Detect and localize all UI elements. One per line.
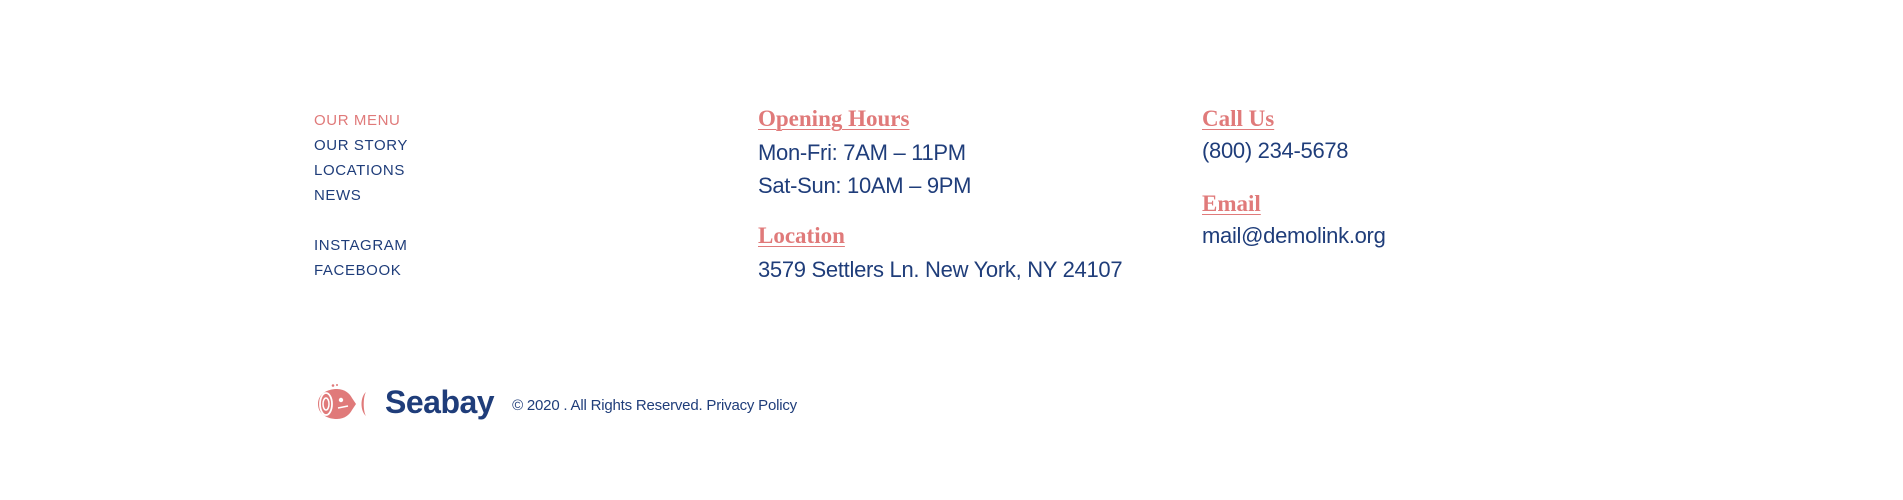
- hours-location-column: Opening Hours Mon-Fri: 7AM – 11PM Sat-Su…: [758, 104, 1123, 286]
- privacy-policy-link[interactable]: Privacy Policy: [706, 397, 797, 414]
- location-address: 3579 Settlers Ln. New York, NY 24107: [758, 257, 1123, 282]
- call-us-block: Call Us (800) 234-5678: [1202, 104, 1386, 167]
- nav-link-facebook[interactable]: FACEBOOK: [314, 258, 408, 283]
- call-us-heading: Call Us: [1202, 106, 1275, 131]
- brand-logo-link[interactable]: Seabay: [314, 383, 495, 421]
- nav-link-news[interactable]: NEWS: [314, 183, 408, 208]
- nav-link-instagram[interactable]: INSTAGRAM: [314, 233, 408, 258]
- email-block: Email mail@demolink.org: [1202, 189, 1386, 252]
- footer-nav: OUR MENU OUR STORY LOCATIONS NEWS INSTAG…: [314, 108, 408, 283]
- opening-hours-heading: Opening Hours: [758, 106, 910, 131]
- email-heading: Email: [1202, 191, 1261, 216]
- nav-link-our-menu[interactable]: OUR MENU: [314, 108, 408, 133]
- hours-weekdays: Mon-Fri: 7AM – 11PM: [758, 140, 966, 165]
- nav-link-locations[interactable]: LOCATIONS: [314, 158, 408, 183]
- location-block: Location 3579 Settlers Ln. New York, NY …: [758, 221, 1123, 286]
- email-link[interactable]: mail@demolink.org: [1202, 219, 1386, 252]
- footer-bottom-bar: Seabay © 2020 . All Rights Reserved. Pri…: [314, 380, 797, 424]
- hours-weekend: Sat-Sun: 10AM – 9PM: [758, 173, 972, 198]
- brand-name: Seabay: [385, 383, 495, 420]
- fish-icon: [318, 384, 366, 419]
- copyright-text: © 2020 . All Rights Reserved.: [512, 396, 703, 414]
- social-nav: INSTAGRAM FACEBOOK: [314, 233, 408, 283]
- location-heading: Location: [758, 223, 845, 248]
- opening-hours-block: Opening Hours Mon-Fri: 7AM – 11PM Sat-Su…: [758, 104, 1122, 202]
- nav-link-our-story[interactable]: OUR STORY: [314, 133, 408, 158]
- primary-nav: OUR MENU OUR STORY LOCATIONS NEWS: [314, 108, 408, 208]
- contact-column: Call Us (800) 234-5678 Email mail@demoli…: [1202, 104, 1386, 252]
- copyright: © 2020 . All Rights Reserved. Privacy Po…: [512, 391, 797, 414]
- phone-link[interactable]: (800) 234-5678: [1202, 134, 1386, 167]
